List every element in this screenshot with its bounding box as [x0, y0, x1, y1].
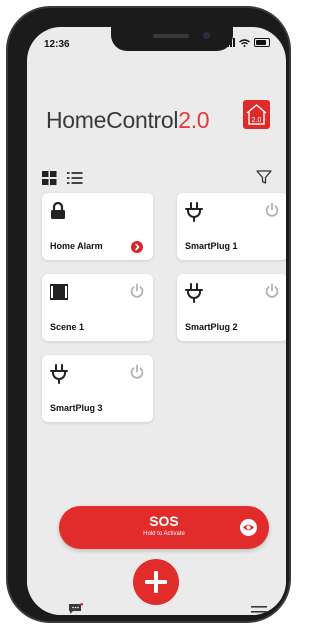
power-icon[interactable] [264, 202, 280, 218]
app-title: HomeControl2.0 [46, 107, 210, 133]
tile-smartplug-3[interactable]: SmartPlug 3 [42, 355, 153, 422]
list-view-icon[interactable] [67, 171, 83, 185]
power-icon[interactable] [264, 283, 280, 299]
svg-text:2.0: 2.0 [252, 117, 262, 124]
status-time: 12:36 [44, 39, 70, 50]
app-screen: 12:36 HomeControl2.0 2.0 Home Alarm Smar… [27, 27, 286, 615]
chat-icon[interactable] [69, 603, 83, 615]
tile-home-alarm[interactable]: Home Alarm [42, 193, 153, 260]
tile-scene-1[interactable]: Scene 1 [42, 274, 153, 341]
power-icon[interactable] [129, 364, 145, 380]
tile-smartplug-2[interactable]: SmartPlug 2 [177, 274, 286, 341]
app-logo: 2.0 [243, 100, 270, 129]
tile-label: Home Alarm [50, 241, 103, 251]
wifi-icon [239, 38, 250, 47]
menu-icon[interactable] [251, 606, 267, 615]
sos-subtitle: Hold to Activate [143, 531, 185, 537]
add-button[interactable] [133, 559, 179, 605]
notch [111, 27, 233, 51]
sos-title: SOS [149, 513, 179, 529]
eye-icon[interactable] [240, 519, 257, 536]
lock-icon [51, 202, 65, 219]
phone-frame: 12:36 HomeControl2.0 2.0 Home Alarm Smar… [8, 8, 289, 621]
power-icon[interactable] [129, 283, 145, 299]
plug-icon [185, 283, 203, 303]
tile-smartplug-1[interactable]: SmartPlug 1 [177, 193, 286, 260]
battery-icon [254, 38, 270, 47]
plug-icon [50, 364, 68, 384]
tile-label: SmartPlug 3 [50, 403, 103, 413]
sos-button[interactable]: SOS Hold to Activate [59, 506, 269, 549]
filter-icon[interactable] [256, 169, 272, 185]
tile-label: SmartPlug 2 [185, 322, 238, 332]
scene-icon [50, 284, 68, 300]
grid-view-icon[interactable] [42, 171, 57, 185]
view-toolbar [27, 159, 286, 191]
plug-icon [185, 202, 203, 222]
tile-label: Scene 1 [50, 322, 85, 332]
arrow-right-icon[interactable] [131, 241, 143, 253]
tile-label: SmartPlug 1 [185, 241, 238, 251]
